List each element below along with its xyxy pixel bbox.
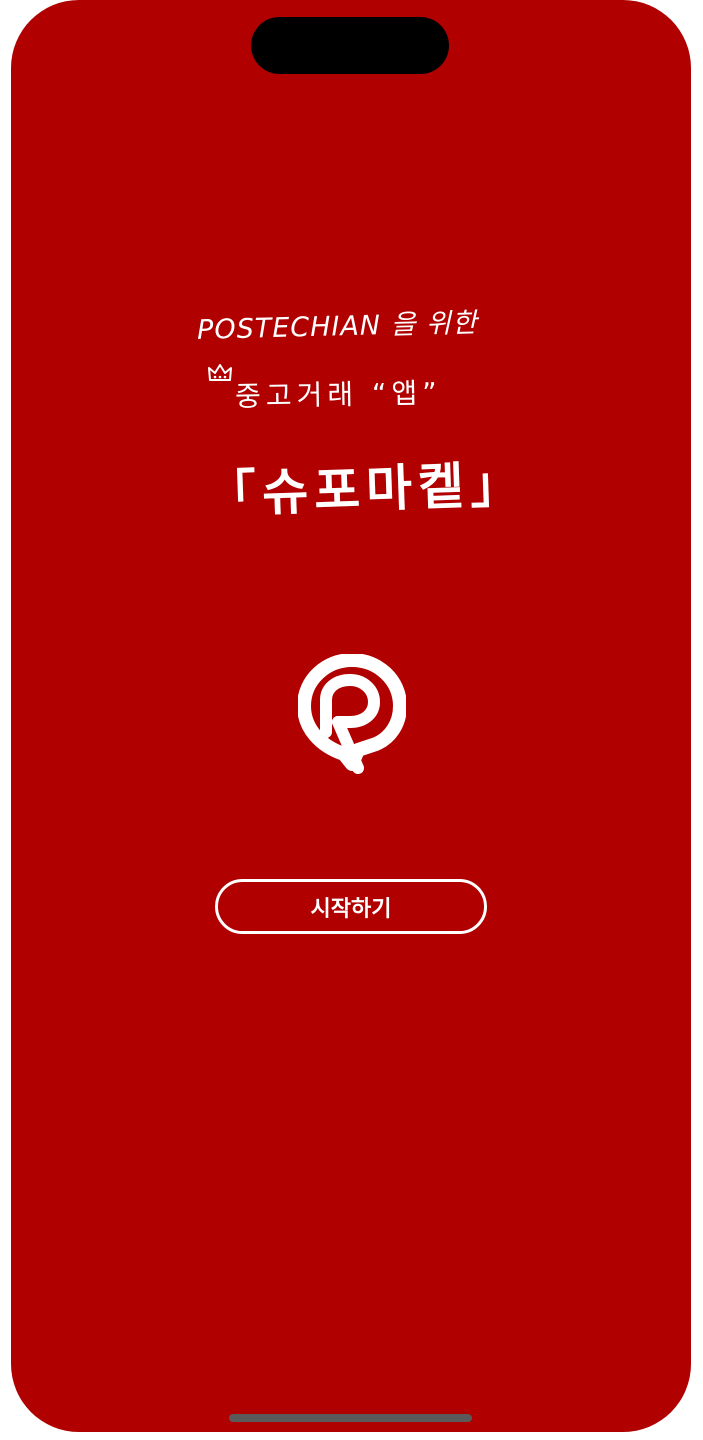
splash-screen: POSTECHIAN 을 위한 중고거래 “앱” 「슈포마켙」 시작하기 bbox=[11, 0, 691, 1432]
tagline-line-1: POSTECHIAN 을 위한 bbox=[196, 307, 479, 346]
app-name-title: 「슈포마켙」 bbox=[205, 454, 527, 524]
dynamic-island bbox=[251, 17, 449, 74]
home-indicator[interactable] bbox=[229, 1414, 472, 1422]
app-logo-icon bbox=[298, 654, 406, 774]
tagline-line-2: 중고거래 “앱” bbox=[234, 376, 443, 413]
crown-icon bbox=[208, 364, 232, 381]
start-button[interactable]: 시작하기 bbox=[215, 879, 487, 934]
